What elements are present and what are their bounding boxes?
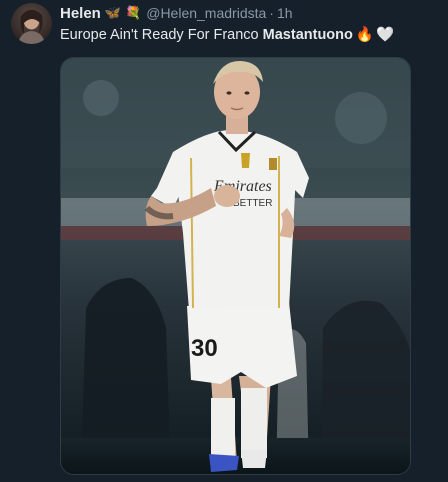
tweet-header: Helen 🦋 💐 @Helen_madridsta · 1h (60, 4, 293, 22)
tweet-text: Europe Ain't Ready For Franco Mastantuon… (60, 26, 394, 43)
avatar[interactable] (11, 3, 52, 44)
fire-icon: 🔥 (355, 27, 374, 43)
author-name[interactable]: Helen (60, 5, 101, 22)
tweet-media-image[interactable]: 30 Emirates BETTER (60, 57, 411, 475)
avatar-image (18, 9, 45, 44)
white-heart-icon: 🤍 (375, 27, 394, 43)
separator-dot: · (269, 5, 274, 21)
tweet[interactable]: Helen 🦋 💐 @Helen_madridsta · 1h Europe A… (0, 0, 448, 482)
bouquet-icon: 💐 (125, 5, 142, 21)
tweet-timestamp[interactable]: 1h (277, 5, 293, 21)
tweet-text-bold: Mastantuono (262, 27, 353, 43)
tweet-text-plain: Europe Ain't Ready For Franco (60, 27, 263, 43)
butterfly-icon: 🦋 (104, 5, 122, 21)
shorts-number: 30 (191, 335, 218, 362)
football-player-photo: 30 Emirates BETTER (61, 58, 410, 474)
author-handle[interactable]: @Helen_madridsta (146, 5, 266, 21)
